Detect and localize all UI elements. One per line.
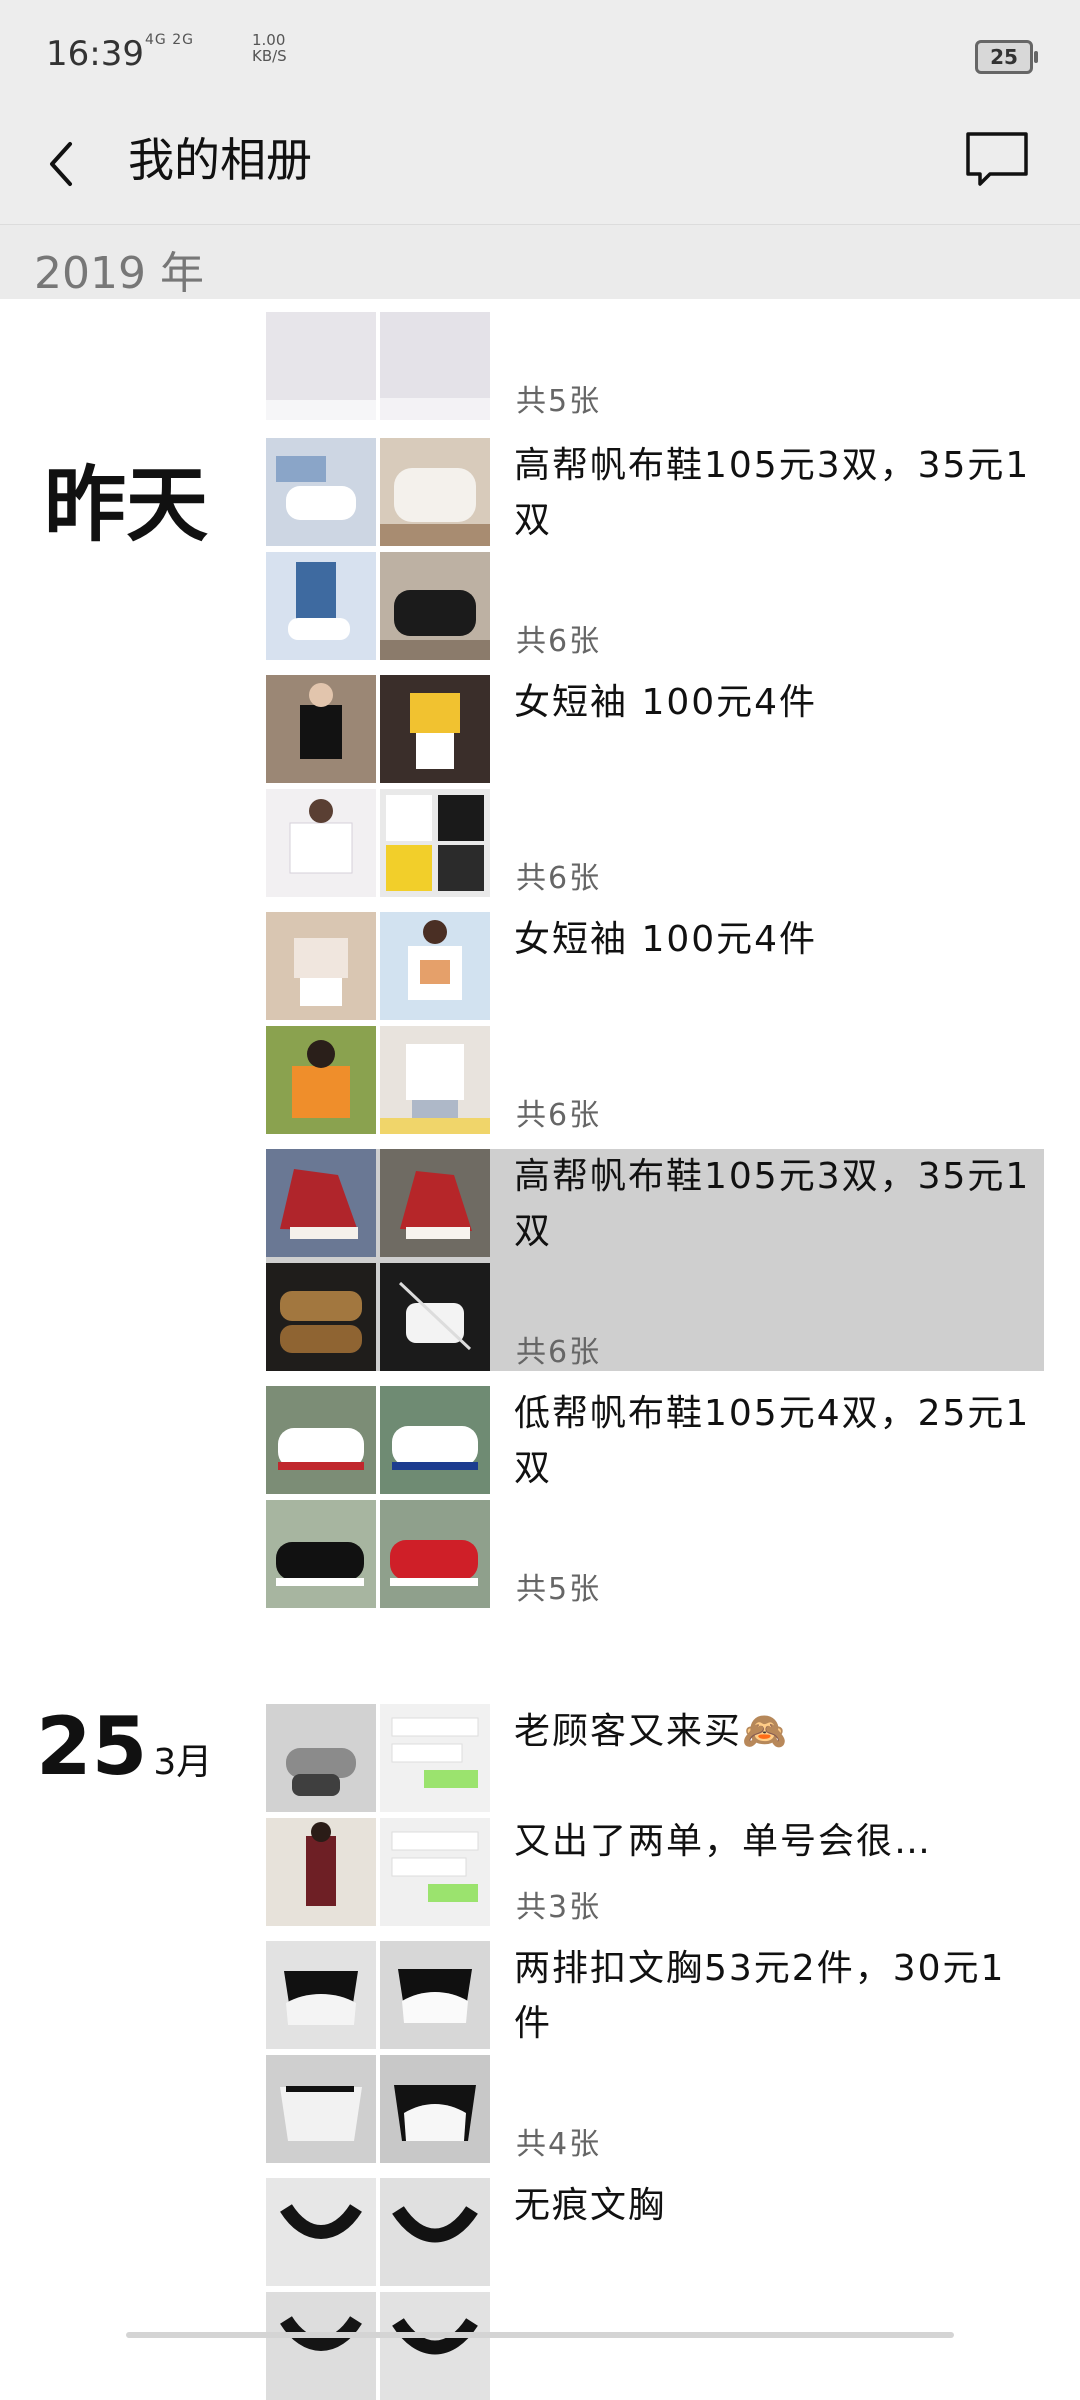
album-entry[interactable]: 低帮帆布鞋105元4双，25元1双 共5张	[266, 1386, 1044, 1608]
day-label: 昨天	[44, 438, 208, 557]
album-entry[interactable]: 女短袖 100元4件 共6张	[266, 912, 1044, 1134]
scroll-indicator[interactable]	[126, 2332, 954, 2338]
year-label: 2019 年	[34, 248, 204, 299]
photo-thumbnail	[380, 675, 490, 783]
thumbnail-grid	[266, 912, 490, 1134]
photo-thumbnail	[380, 438, 490, 546]
photo-count: 共5张	[516, 384, 602, 419]
day-text: 昨天	[44, 458, 209, 553]
photo-thumbnail	[266, 912, 376, 1020]
album-feed[interactable]: 昨天 25 3月 共5张 高帮帆布鞋105元3双，35元1双 共6张 女短袖 1…	[0, 298, 1080, 2400]
date-label: 25 3月	[36, 1700, 212, 1793]
thumbnail-grid	[266, 438, 490, 660]
battery-icon: 25	[975, 40, 1038, 74]
photo-thumbnail	[380, 1026, 490, 1134]
photo-thumbnail	[266, 789, 376, 897]
speed-unit: KB/S	[252, 47, 287, 65]
photo-thumbnail	[380, 1818, 490, 1926]
photo-thumbnail	[266, 675, 376, 783]
photo-thumbnail	[266, 2055, 376, 2163]
thumbnail-grid	[266, 675, 490, 897]
album-entry[interactable]: 高帮帆布鞋105元3双，35元1双 共6张	[266, 438, 1044, 660]
thumbnail-grid	[266, 1149, 490, 1371]
back-icon[interactable]	[38, 120, 98, 200]
photo-count: 共6张	[516, 624, 602, 659]
thumbnail-grid	[266, 1386, 490, 1608]
album-caption: 无痕文胸	[514, 2185, 667, 2226]
photo-thumbnail	[380, 1500, 490, 1608]
photo-count: 共3张	[516, 1890, 602, 1925]
photo-thumbnail	[266, 1149, 376, 1257]
month-text: 3月	[153, 1742, 213, 1783]
album-entry[interactable]: 无痕文胸	[266, 2178, 1044, 2400]
photo-thumbnail	[380, 789, 490, 897]
photo-thumbnail	[380, 1386, 490, 1494]
album-entry[interactable]: 共5张	[266, 198, 1044, 420]
thumbnail-grid	[266, 2178, 490, 2400]
photo-thumbnail	[266, 1263, 376, 1371]
photo-thumbnail	[266, 1704, 376, 1812]
photo-count: 共4张	[516, 2127, 602, 2162]
photo-thumbnail	[266, 2292, 376, 2400]
photo-thumbnail	[380, 2055, 490, 2163]
photo-thumbnail	[380, 552, 490, 660]
day-number: 25	[36, 1700, 148, 1793]
photo-thumbnail	[266, 438, 376, 546]
thumbnail-grid	[266, 1941, 490, 2163]
photo-thumbnail	[266, 312, 376, 420]
photo-thumbnail	[266, 1500, 376, 1608]
photo-thumbnail	[380, 312, 490, 420]
album-caption: 老顾客又来买🙈 又出了两单，单号会很…	[514, 1711, 933, 1862]
photo-count: 共6张	[516, 1098, 602, 1133]
photo-thumbnail	[380, 2178, 490, 2286]
photo-thumbnail	[266, 1386, 376, 1494]
album-caption: 两排扣文胸53元2件，30元1件	[514, 1948, 1006, 2044]
photo-count: 共6张	[516, 861, 602, 896]
album-entry[interactable]: 女短袖 100元4件 共6张	[266, 675, 1044, 897]
photo-count: 共6张	[516, 1335, 602, 1370]
photo-thumbnail	[266, 1818, 376, 1926]
album-entry[interactable]: 两排扣文胸53元2件，30元1件 共4张	[266, 1941, 1044, 2163]
photo-thumbnail	[266, 1026, 376, 1134]
page-title: 我的相册	[128, 133, 312, 187]
signal-icon: 4G 2G	[145, 32, 194, 48]
photo-thumbnail	[380, 1263, 490, 1371]
photo-thumbnail	[380, 1941, 490, 2049]
thumbnail-grid	[266, 198, 490, 420]
thumbnail-grid	[266, 1704, 490, 1926]
album-caption: 女短袖 100元4件	[514, 919, 818, 960]
album-entry[interactable]: 老顾客又来买🙈 又出了两单，单号会很… 共3张	[266, 1704, 1044, 1926]
photo-thumbnail	[380, 2292, 490, 2400]
album-caption: 低帮帆布鞋105元4双，25元1双	[514, 1393, 1031, 1489]
status-time: 16:39	[46, 34, 144, 74]
photo-count: 共5张	[516, 1572, 602, 1607]
network-speed: 1.00 KB/S	[252, 32, 287, 64]
album-caption: 高帮帆布鞋105元3双，35元1双	[514, 445, 1031, 541]
status-bar: 16:39 4G 2G 1.00 KB/S 25	[0, 0, 1080, 110]
photo-thumbnail	[266, 552, 376, 660]
album-caption: 女短袖 100元4件	[514, 682, 818, 723]
album-caption: 高帮帆布鞋105元3双，35元1双	[514, 1156, 1031, 1252]
photo-thumbnail	[266, 2178, 376, 2286]
album-entry[interactable]: 高帮帆布鞋105元3双，35元1双 共6张	[266, 1149, 1044, 1371]
photo-thumbnail	[380, 1149, 490, 1257]
photo-thumbnail	[380, 1704, 490, 1812]
comment-icon[interactable]	[962, 124, 1032, 194]
photo-thumbnail	[380, 912, 490, 1020]
photo-thumbnail	[266, 1941, 376, 2049]
